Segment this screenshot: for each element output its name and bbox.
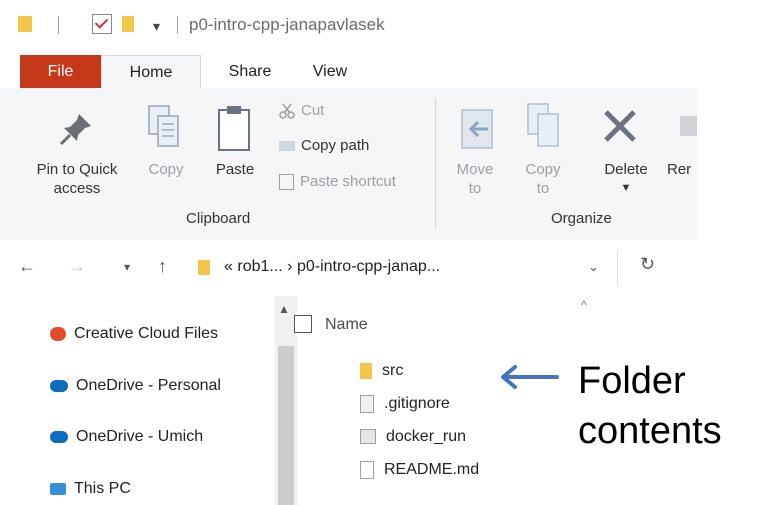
copy-button[interactable]: Copy [144,160,188,179]
select-all-checkbox[interactable] [294,315,312,333]
new-folder-icon[interactable] [122,16,134,32]
cut-label: Cut [301,102,325,119]
pin-to-quick-access-button[interactable]: Pin to Quick access [18,160,136,198]
cut-button[interactable]: Cut [279,102,324,119]
list-item[interactable]: docker_run [360,428,466,446]
pin-label-line1: Pin to Quick [36,161,118,178]
move-to-label-line2: to [468,180,482,197]
nav-item-onedrive-umich[interactable]: OneDrive - Umich [50,428,203,446]
copy-to-label-line1: Copy [525,161,561,178]
nav-item-label: OneDrive - Umich [76,428,204,445]
rename-icon [680,116,697,136]
paste-shortcut-button[interactable]: Paste shortcut [279,173,396,191]
name-column-header[interactable]: Name [325,316,368,334]
list-item[interactable]: src [360,362,403,380]
move-to-label-line1: Move [456,161,494,178]
quick-access-dropdown-icon[interactable]: ▾ [153,18,160,35]
navigation-pane: Creative Cloud Files OneDrive - Personal… [0,296,275,505]
paste-shortcut-label: Paste shortcut [300,173,396,190]
file-icon [360,461,374,479]
tab-view[interactable]: View [295,55,365,88]
sort-ascending-icon: ^ [581,298,587,312]
folder-icon [18,16,32,32]
copy-path-button[interactable]: Copy path [279,137,369,154]
move-to-button[interactable]: Move to [452,160,498,198]
scrollbar-thumb[interactable] [278,346,294,505]
annotation-label-line2: contents [578,410,722,452]
copy-to-icon [527,103,559,147]
refresh-icon[interactable]: ↻ [640,254,655,275]
paste-button[interactable]: Paste [212,160,258,179]
nav-item-onedrive-personal[interactable]: OneDrive - Personal [50,377,221,395]
copy-to-button[interactable]: Copy to [520,160,566,198]
tab-home[interactable]: Home [101,55,201,90]
scroll-up-icon[interactable]: ▲ [278,302,290,316]
folder-icon [198,260,210,275]
folder-icon [360,362,372,379]
ribbon-tabs: File Home Share View [0,55,697,90]
divider [617,250,618,286]
address-bar[interactable]: « rob1... › p0-intro-cpp-janap... [190,250,620,286]
text-file-icon [360,395,374,413]
divider [58,16,59,34]
paste-shortcut-icon [279,174,294,191]
annotation-arrow [501,365,559,389]
copy-icon [148,105,179,147]
ribbon-home: Pin to Quick access Copy Paste Cut Copy … [0,88,697,241]
paste-icon [218,106,250,151]
copy-to-label-line2: to [536,180,550,197]
forward-arrow-icon[interactable]: → [68,256,86,277]
onedrive-icon [50,379,68,392]
recent-locations-chevron-icon[interactable]: ▾ [124,260,130,274]
delete-label: Delete [604,161,648,178]
properties-check-icon[interactable] [92,14,112,34]
annotation-label-line1: Folder [578,360,686,402]
up-arrow-icon[interactable]: ↑ [158,256,167,277]
nav-item-label: This PC [74,480,131,497]
onedrive-icon [50,430,68,443]
file-name: .gitignore [384,395,450,413]
list-item[interactable]: README.md [360,461,479,479]
creative-cloud-icon [50,326,66,341]
copy-path-icon [279,141,295,152]
file-name: README.md [384,461,480,479]
back-arrow-icon[interactable]: ← [18,256,36,277]
breadcrumb[interactable]: rob1... › p0-intro-cpp-janap... [237,258,440,275]
tab-share[interactable]: Share [210,55,290,88]
address-overflow-chevron[interactable]: « [224,258,233,275]
this-pc-icon [50,482,66,495]
nav-item-this-pc[interactable]: This PC [50,480,131,498]
nav-item-creative-cloud-files[interactable]: Creative Cloud Files [50,325,218,343]
file-name: src [382,362,404,379]
address-history-dropdown-icon[interactable]: ⌄ [588,259,599,275]
nav-item-label: Creative Cloud Files [74,325,219,342]
file-name: docker_run [386,428,467,445]
address-path: « rob1... › p0-intro-cpp-janap... [224,258,440,276]
clipboard-group-label: Clipboard [186,210,251,227]
rename-button[interactable]: Rer [667,160,697,179]
delete-x-icon [604,110,636,142]
title-bar: ▾ p0-intro-cpp-janapavlasek [0,0,697,52]
address-bar-row: ← → ▾ ↑ « rob1... › p0-intro-cpp-janap..… [0,240,697,296]
window-title: p0-intro-cpp-janapavlasek [189,15,385,34]
divider [435,98,436,228]
move-to-icon [461,109,493,149]
script-file-icon [360,429,376,445]
pin-label-line2: access [53,180,101,197]
chevron-down-icon: ▼ [620,182,632,194]
delete-button[interactable]: Delete ▼ [596,160,656,198]
tab-file[interactable]: File [20,55,101,88]
scissors-icon [279,103,295,119]
copy-path-label: Copy path [301,137,370,154]
pin-icon [59,114,91,146]
list-item[interactable]: .gitignore [360,395,450,413]
organize-group-label: Organize [551,210,612,227]
divider [177,16,178,34]
nav-item-label: OneDrive - Personal [76,377,221,394]
